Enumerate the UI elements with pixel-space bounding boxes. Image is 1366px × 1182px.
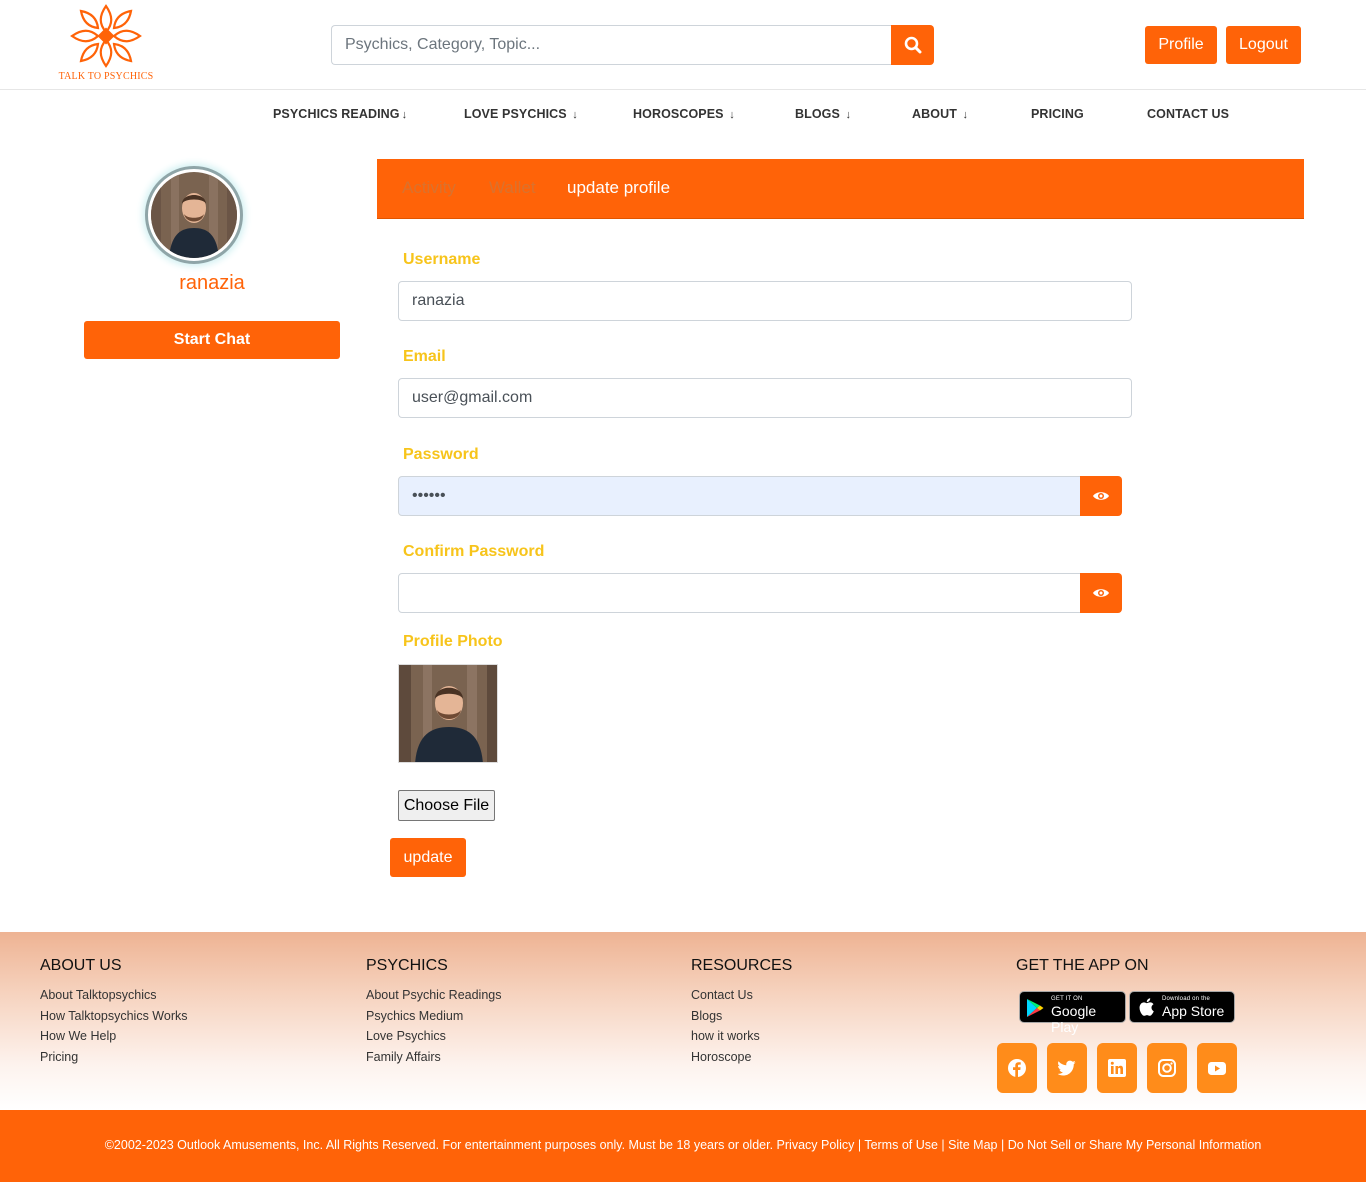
confirm-password-label: Confirm Password [403,543,545,560]
avatar [145,166,243,264]
search-bar [331,25,934,65]
footer-heading: PSYCHICS [366,957,448,974]
footer-col-app: GET THE APP ON [1016,957,1149,985]
do-not-sell-link[interactable]: Do Not Sell or Share My Personal Informa… [1008,1138,1262,1152]
arrow-down-icon: ↓ [572,109,578,121]
footer-link[interactable]: Psychics Medium [366,1006,502,1027]
nav-psychics-reading[interactable]: PSYCHICS READING ↓ [273,107,407,121]
footer-heading: RESOURCES [691,957,793,974]
logout-button[interactable]: Logout [1226,26,1301,64]
footer-heading: ABOUT US [40,957,122,974]
arrow-down-icon: ↓ [962,109,969,121]
search-icon [904,36,921,54]
password-field[interactable] [398,476,1081,516]
eye-icon [1093,589,1109,597]
tab-activity[interactable]: Activity [402,178,456,198]
password-label: Password [403,446,479,463]
footer-link[interactable]: Family Affairs [366,1047,502,1068]
nav-contact-us[interactable]: CONTACT US [1147,107,1229,121]
toggle-confirm-visibility-button[interactable] [1080,573,1122,613]
separator: | [854,1138,865,1152]
start-chat-button[interactable]: Start Chat [84,321,340,359]
footer-link[interactable]: Love Psychics [366,1026,502,1047]
terms-of-use-link[interactable]: Terms of Use [864,1138,938,1152]
username-label: Username [403,251,481,268]
footer-col-about: ABOUT US About Talktopsychics How Talkto… [40,957,188,1067]
profile-photo-label: Profile Photo [403,633,503,650]
profile-tabs: Activity Wallet update profile [377,159,1304,219]
google-play-badge[interactable]: GET IT ON Google Play [1019,991,1126,1035]
search-input[interactable] [331,25,892,65]
youtube-icon[interactable] [1197,1043,1237,1093]
footer-link[interactable]: Blogs [691,1006,792,1027]
footer-link[interactable]: How Talktopsychics Works [40,1006,188,1027]
footer-heading: GET THE APP ON [1016,957,1149,974]
footer-link[interactable]: How We Help [40,1026,188,1047]
site-map-link[interactable]: Site Map [948,1138,997,1152]
main-nav: PSYCHICS READING ↓ LOVE PSYCHICS ↓ HOROSC… [0,107,1366,127]
profile-photo-preview [398,664,498,763]
nav-love-psychics[interactable]: LOVE PSYCHICS ↓ [464,107,578,121]
nav-about[interactable]: ABOUT ↓ [912,107,968,121]
tab-wallet[interactable]: Wallet [489,178,536,198]
username-field[interactable] [398,281,1132,321]
apple-icon [1139,998,1154,1016]
toggle-password-visibility-button[interactable] [1080,476,1122,516]
copyright-text: ©2002-2023 Outlook Amusements, Inc. All … [104,1138,1262,1152]
nav-pricing[interactable]: PRICING [1031,107,1084,121]
arrow-down-icon: ↓ [845,109,852,121]
footer-link[interactable]: Contact Us [691,985,792,1006]
email-field[interactable] [398,378,1132,418]
arrow-down-icon: ↓ [401,109,408,121]
site-logo[interactable]: TALK TO PSYCHICS [56,2,156,84]
profile-username: ranazia [179,272,245,294]
profile-button[interactable]: Profile [1145,26,1217,64]
nav-blogs[interactable]: BLOGS ↓ [795,107,851,121]
footer-link[interactable]: how it works [691,1026,792,1047]
avatar-image [151,172,237,258]
footer-link[interactable]: About Psychic Readings [366,985,502,1006]
footer-link[interactable]: Horoscope [691,1047,792,1068]
update-button[interactable]: update [390,838,466,877]
nav-horoscopes[interactable]: HOROSCOPES ↓ [633,107,735,121]
google-play-icon [1027,999,1044,1017]
arrow-down-icon: ↓ [729,109,735,121]
logo-text: TALK TO PSYCHICS [58,71,154,82]
twitter-icon[interactable] [1047,1043,1087,1093]
facebook-icon[interactable] [997,1043,1037,1093]
privacy-policy-link[interactable]: Privacy Policy [777,1138,855,1152]
footer-col-resources: RESOURCES Contact Us Blogs how it works … [691,957,792,1067]
tab-update-profile[interactable]: update profile [567,178,670,198]
separator: | [937,1138,949,1152]
footer-col-psychics: PSYCHICS About Psychic Readings Psychics… [366,957,502,1067]
confirm-password-field[interactable] [398,573,1081,613]
instagram-icon[interactable] [1147,1043,1187,1093]
choose-file-button[interactable]: Choose File [398,790,495,821]
app-store-badge[interactable]: Download on the App Store [1129,991,1235,1023]
separator: | [997,1138,1008,1152]
footer-link[interactable]: About Talktopsychics [40,985,188,1006]
email-label: Email [403,348,446,365]
copyright-bar: ©2002-2023 Outlook Amusements, Inc. All … [0,1110,1366,1182]
linkedin-icon[interactable] [1097,1043,1137,1093]
site-header: TALK TO PSYCHICS Profile Logout [0,0,1366,90]
site-footer: ABOUT US About Talktopsychics How Talkto… [0,932,1366,1110]
search-button[interactable] [891,25,934,65]
footer-link[interactable]: Pricing [40,1047,188,1068]
eye-icon [1093,492,1109,500]
lotus-logo-icon [70,4,142,68]
